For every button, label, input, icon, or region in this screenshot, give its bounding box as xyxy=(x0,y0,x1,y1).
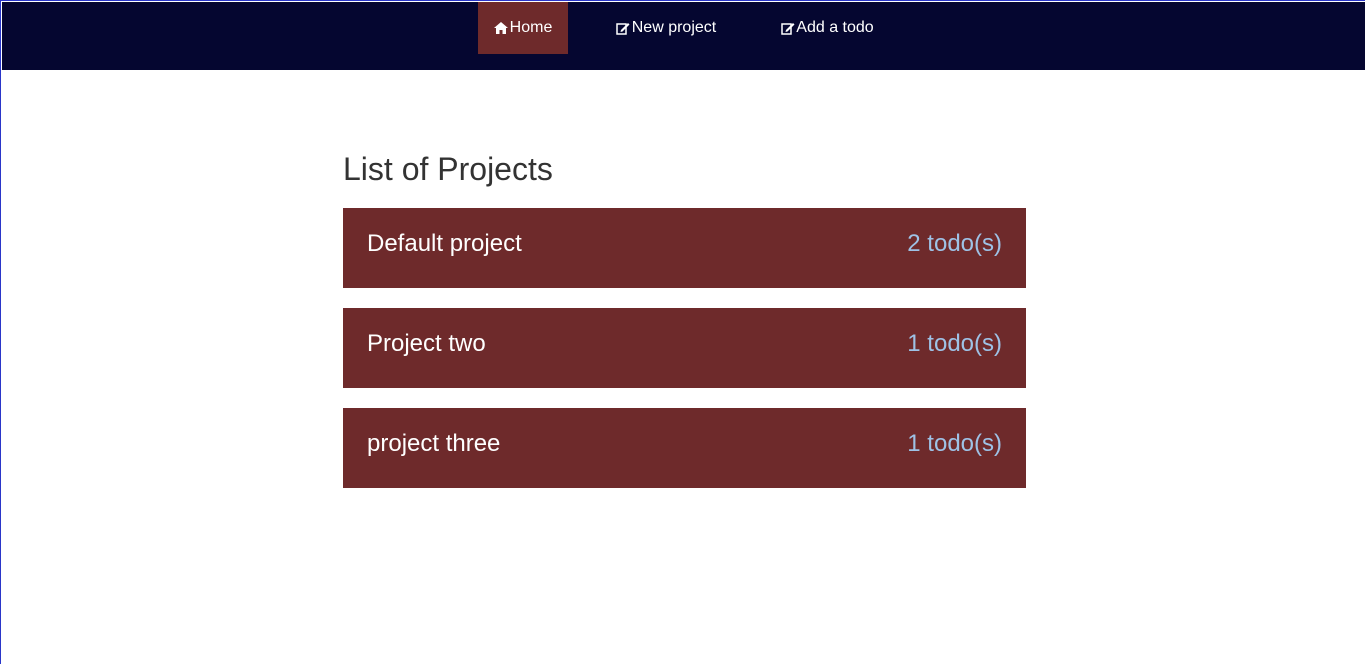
project-todo-count: 2 todo(s) xyxy=(907,230,1002,257)
project-todo-count: 1 todo(s) xyxy=(907,330,1002,357)
nav-home-link[interactable]: Home xyxy=(478,2,568,54)
page-frame: Home New project Add a todo List of Proj… xyxy=(0,0,1365,664)
project-list: Default project 2 todo(s) Project two 1 … xyxy=(343,208,1026,508)
top-navbar: Home New project Add a todo xyxy=(2,2,1365,70)
project-card[interactable]: Project two 1 todo(s) xyxy=(343,308,1026,388)
edit-icon xyxy=(616,21,631,35)
nav-new-project-label: New project xyxy=(631,19,717,36)
project-name: Project two xyxy=(367,330,486,357)
nav-add-todo-link[interactable]: Add a todo xyxy=(766,2,888,54)
home-icon xyxy=(494,21,509,35)
project-todo-count: 1 todo(s) xyxy=(907,430,1002,457)
project-card[interactable]: project three 1 todo(s) xyxy=(343,408,1026,488)
project-card[interactable]: Default project 2 todo(s) xyxy=(343,208,1026,288)
page-title: List of Projects xyxy=(343,151,553,187)
nav-home-label: Home xyxy=(509,19,553,36)
project-name: project three xyxy=(367,430,501,457)
nav-add-todo-label: Add a todo xyxy=(796,19,874,36)
nav-new-project-link[interactable]: New project xyxy=(602,2,730,54)
project-name: Default project xyxy=(367,230,522,257)
edit-icon xyxy=(780,21,795,35)
